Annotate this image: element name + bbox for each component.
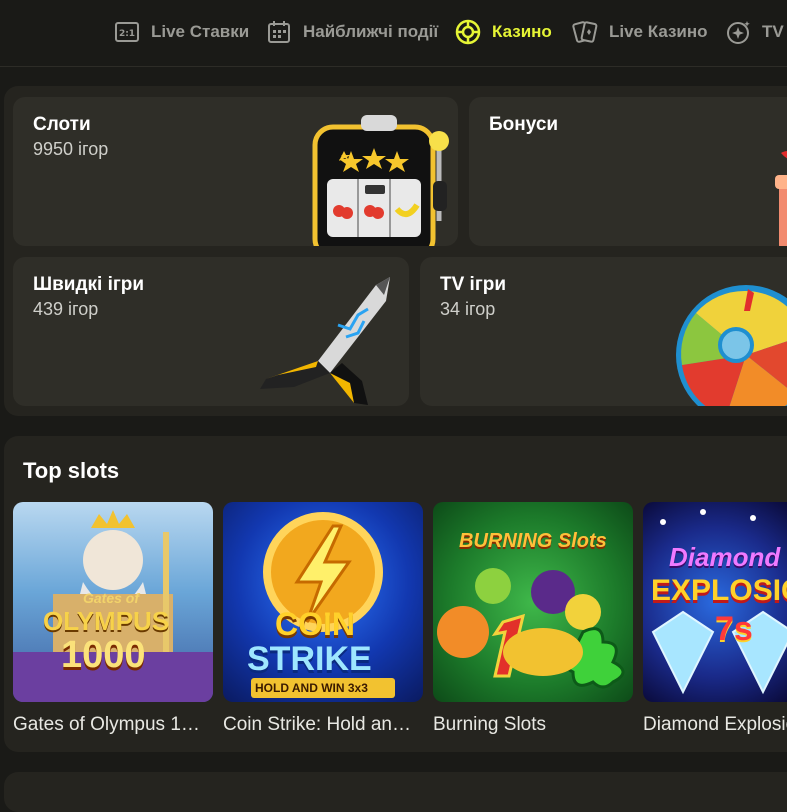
nav-live-bets[interactable]: 2:1 Live Ставки	[114, 16, 249, 48]
thumb-number: 7s	[715, 610, 753, 648]
game-thumbnail[interactable]: COIN STRIKE HOLD AND WIN 3x3	[223, 502, 423, 702]
top-navigation: 2:1 Live Ставки Найближчі події Казино L…	[0, 0, 787, 67]
nav-label: TV	[762, 22, 784, 41]
nav-label: Live Ставки	[151, 22, 250, 41]
thumb-number: 1000	[61, 634, 146, 676]
game-card[interactable]: Diamond EXPLOSION 7s Diamond Explosion 7…	[643, 502, 787, 735]
nav-label: Live Казино	[609, 22, 708, 41]
category-title: Швидкі ігри	[33, 274, 145, 295]
game-name[interactable]: Burning Slots	[433, 714, 643, 736]
svg-text:2:1: 2:1	[119, 29, 135, 39]
top-slots-title: Top slots	[23, 458, 120, 483]
thumb-title-small: Gates of	[83, 590, 140, 606]
game-card[interactable]: BURNING Slots Burning Slots	[433, 502, 633, 735]
game-thumbnail[interactable]: Diamond EXPLOSION 7s	[643, 502, 787, 702]
next-section-panel	[4, 772, 787, 812]
category-title: Слоти	[33, 114, 91, 135]
thumb-title-2: STRIKE	[247, 640, 372, 678]
nav-upcoming-events[interactable]: Найближчі події	[266, 16, 438, 48]
category-bonuses-card[interactable]: Бонуси	[469, 97, 787, 246]
game-thumbnail[interactable]: Gates of OLYMPUS 1000	[13, 502, 213, 702]
game-name[interactable]: Gates of Olympus 1000	[13, 714, 209, 736]
game-name[interactable]: Coin Strike: Hold and Win	[223, 714, 419, 736]
category-fast-games-card[interactable]: Швидкі ігри 439 ігор	[13, 257, 409, 406]
nav-live-casino[interactable]: Live Казино	[572, 16, 708, 48]
jet-plane-illustration	[260, 277, 390, 405]
score-board-icon: 2:1	[114, 19, 140, 45]
thumb-title: OLYMPUS	[43, 606, 170, 636]
category-slots-card[interactable]: Слоти 9950 ігор	[13, 97, 458, 246]
nav-label: Казино	[492, 22, 552, 41]
category-count: 9950 ігор	[33, 139, 109, 159]
nav-casino[interactable]: Казино	[455, 16, 552, 48]
category-title: Бонуси	[489, 114, 559, 135]
fortune-wheel-illustration	[676, 285, 787, 406]
game-thumbnail[interactable]: BURNING Slots	[433, 502, 633, 702]
nav-label: Найближчі події	[303, 22, 439, 41]
nav-tv[interactable]: TV	[725, 16, 784, 48]
category-count: 34 ігор	[440, 299, 496, 319]
gift-box-illustration	[775, 151, 787, 246]
category-tv-games-card[interactable]: TV ігри 34 ігор	[420, 257, 787, 406]
slot-machine-illustration	[312, 115, 449, 246]
game-name[interactable]: Diamond Explosion 7s	[643, 714, 787, 736]
game-card[interactable]: Gates of OLYMPUS 1000 Gates of Olympus 1…	[13, 502, 213, 735]
casino-chip-icon	[455, 19, 481, 45]
playing-cards-icon	[572, 19, 598, 45]
thumb-title: BURNING Slots	[459, 530, 607, 552]
category-title: TV ігри	[440, 274, 507, 295]
thumb-title-2: EXPLOSION	[651, 574, 787, 607]
category-count: 439 ігор	[33, 299, 99, 319]
thumb-title: Diamond	[669, 542, 781, 572]
game-card[interactable]: COIN STRIKE HOLD AND WIN 3x3 Coin Strike…	[223, 502, 423, 735]
thumb-subtitle: HOLD AND WIN 3x3	[255, 681, 368, 695]
thumb-title: COIN	[275, 606, 355, 642]
tv-sparkle-icon	[725, 19, 751, 45]
calendar-icon	[266, 19, 292, 45]
